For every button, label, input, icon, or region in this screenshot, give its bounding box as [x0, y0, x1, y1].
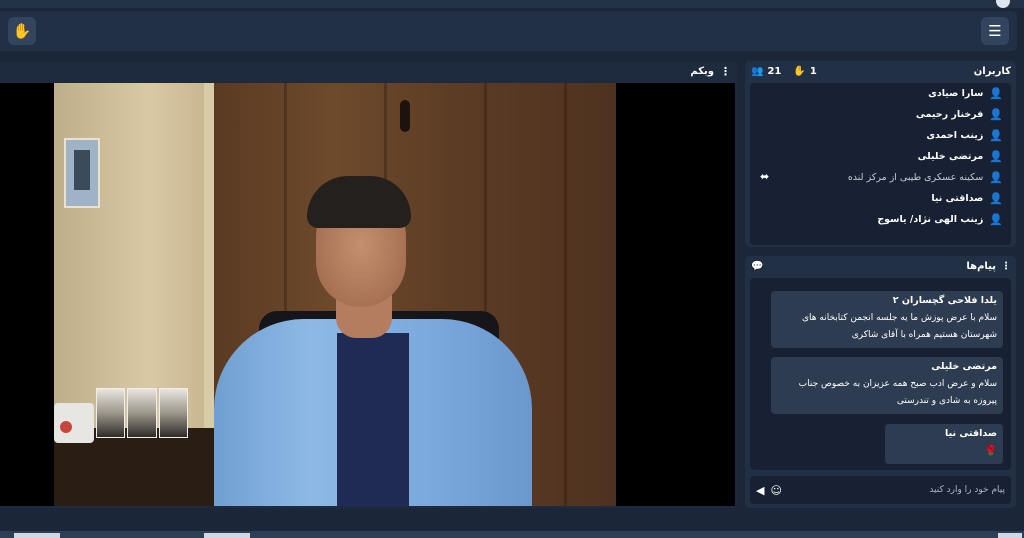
- message-sender: مرتضی خلیلی: [931, 361, 997, 372]
- users-title: کاربران: [973, 65, 1011, 77]
- taskbar-item[interactable]: [998, 533, 1022, 538]
- users-panel: 👥 21 ✋ 1 کاربران سارا صیادی 👤 فرخنار رحی…: [745, 61, 1016, 247]
- user-offline-icon: ⬌: [760, 170, 770, 183]
- message-input-bar: ◀ ☺: [750, 476, 1011, 504]
- top-toolbar: ✋ ☰: [0, 11, 1017, 51]
- main-menu-button[interactable]: ☰: [981, 17, 1009, 45]
- user-icon: 👤: [989, 87, 1003, 100]
- user-row[interactable]: فرخنار رحیمی 👤: [750, 104, 1011, 125]
- message-bubble: صداقتی نیا 🌹: [885, 424, 1003, 464]
- user-row[interactable]: ⬌ سکینه عسکری طیبی از مرکز لنده 👤: [750, 167, 1011, 188]
- taskbar-item[interactable]: [14, 533, 60, 538]
- messages-list[interactable]: یلدا فلاحی گچساران ۲ سلام با عرض پوزش ما…: [750, 278, 1011, 470]
- users-header: 👥 21 ✋ 1 کاربران: [745, 61, 1016, 81]
- user-icon: 👤: [989, 129, 1003, 142]
- messages-header: 💬 پیام‌ها ⋮: [745, 256, 1016, 276]
- users-group-icon: 👥: [751, 65, 764, 77]
- taskbar-item[interactable]: [204, 533, 250, 538]
- user-name: سکینه عسکری طیبی از مرکز لنده: [847, 172, 984, 183]
- user-name: سارا صیادی: [928, 88, 984, 99]
- messages-panel: 💬 پیام‌ها ⋮ یلدا فلاحی گچساران ۲ سلام با…: [745, 256, 1016, 508]
- video-lamp: [54, 403, 94, 443]
- message-text: 🌹: [984, 446, 997, 457]
- message-input[interactable]: [787, 485, 1005, 495]
- message-bubble: مرتضی خلیلی سلام و عرض ادب صبح همه عزیزا…: [771, 357, 1003, 414]
- webcam-title: وبکم: [690, 65, 714, 77]
- message-bubble: یلدا فلاحی گچساران ۲ سلام با عرض پوزش ما…: [771, 291, 1003, 348]
- video-person-shirt: [337, 333, 409, 506]
- raised-hand-icon: ✋: [793, 65, 806, 77]
- hamburger-menu-icon: ☰: [988, 22, 1002, 40]
- webcam-video[interactable]: [0, 83, 735, 506]
- video-photos: [96, 388, 188, 438]
- send-icon[interactable]: ◀: [756, 484, 764, 497]
- message-sender: یلدا فلاحی گچساران ۲: [892, 295, 997, 306]
- user-name: صداقتی نیا: [931, 193, 984, 204]
- message-text: سلام با عرض پوزش ما یه جلسه انجمن کتابخا…: [801, 313, 997, 340]
- user-row[interactable]: صداقتی نیا 👤: [750, 188, 1011, 209]
- chat-bubble-icon[interactable]: 💬: [751, 261, 763, 272]
- video-poster: [64, 138, 100, 208]
- kebab-menu-icon[interactable]: ⋮: [1001, 261, 1011, 272]
- user-count: 21: [767, 65, 782, 77]
- user-row[interactable]: مرتضی خلیلی 👤: [750, 146, 1011, 167]
- window-dot: [996, 0, 1010, 8]
- webcam-header: وبکم ⋮: [0, 61, 737, 81]
- user-icon: 👤: [989, 108, 1003, 121]
- emoji-icon[interactable]: ☺: [770, 484, 781, 497]
- messages-title-wrap: پیام‌ها ⋮: [966, 261, 1011, 272]
- user-icon: 👤: [989, 192, 1003, 205]
- video-hook: [400, 100, 410, 132]
- users-title-wrap: کاربران: [974, 66, 1011, 77]
- user-row[interactable]: سارا صیادی 👤: [750, 83, 1011, 104]
- user-row[interactable]: زینب احمدی 👤: [750, 125, 1011, 146]
- message-sender: صداقتی نیا: [945, 428, 997, 439]
- video-person-hair: [307, 176, 411, 228]
- os-taskbar: [0, 531, 1024, 538]
- user-name: مرتضی خلیلی: [917, 151, 984, 162]
- webcam-panel: وبکم ⋮: [0, 61, 737, 508]
- user-name: زینب احمدی: [926, 130, 984, 141]
- top-strip: [0, 0, 1024, 8]
- user-icon: 👤: [989, 171, 1003, 184]
- raised-hands-count: 1: [809, 65, 817, 77]
- user-row[interactable]: زینب الهی نژاد/ یاسوج 👤: [750, 209, 1011, 230]
- raise-hand-icon: ✋: [12, 22, 32, 40]
- user-icon: 👤: [989, 213, 1003, 226]
- users-stats: 👥 21 ✋ 1: [751, 66, 817, 77]
- users-list[interactable]: سارا صیادی 👤 فرخنار رحیمی 👤 زینب احمدی 👤…: [750, 83, 1011, 245]
- video-door-line: [564, 83, 567, 506]
- user-name: زینب الهی نژاد/ یاسوج: [877, 214, 984, 225]
- video-scene: [54, 83, 616, 506]
- messages-title: پیام‌ها: [966, 260, 996, 272]
- user-icon: 👤: [989, 150, 1003, 163]
- raise-hand-button[interactable]: ✋: [8, 17, 36, 45]
- user-name: فرخنار رحیمی: [915, 109, 984, 120]
- message-text: سلام و عرض ادب صبح همه عزیزان به خصوص جن…: [798, 379, 997, 406]
- kebab-menu-icon[interactable]: ⋮: [720, 65, 731, 78]
